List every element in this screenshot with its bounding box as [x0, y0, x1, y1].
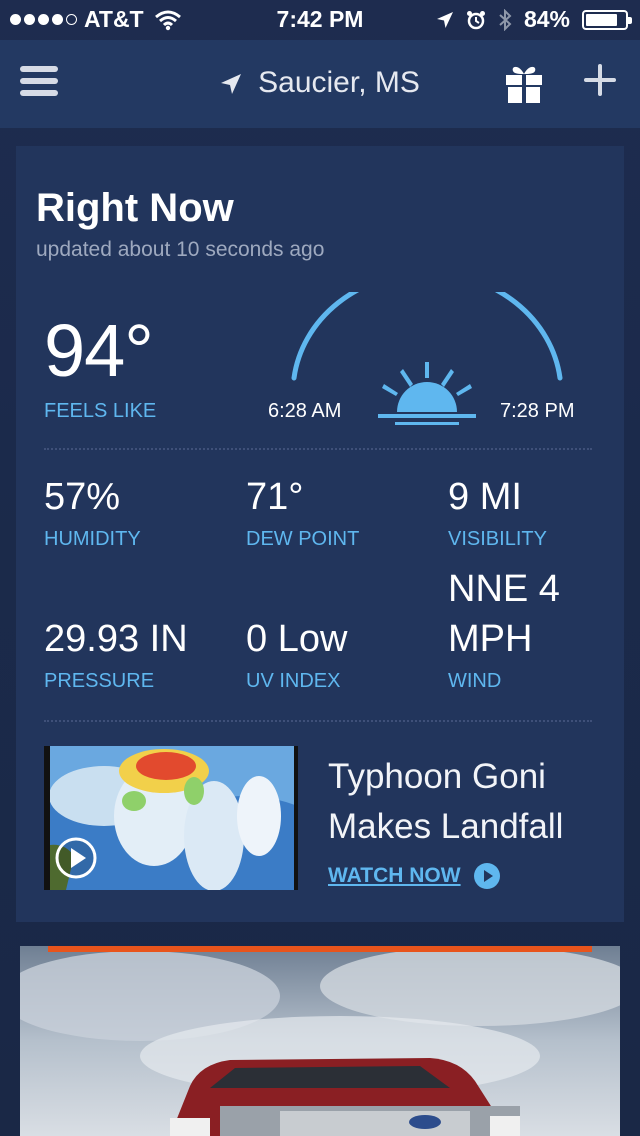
wind-value-line2: MPH [448, 618, 533, 660]
feels-like-label: FEELS LIKE [44, 400, 157, 422]
play-circle-icon [473, 863, 500, 889]
uv-index-value: 0 Low [246, 618, 348, 660]
battery-percent: 84% [523, 6, 570, 32]
last-updated-text: updated about 10 seconds ago [36, 238, 325, 261]
location-services-icon [436, 11, 453, 28]
battery-icon [582, 9, 632, 30]
pressure-value: 29.93 IN [44, 618, 188, 660]
wind-value-line1: NNE 4 [448, 568, 560, 610]
watch-now-button[interactable]: WATCH NOW [328, 862, 501, 890]
uv-index-label: UV INDEX [246, 670, 341, 692]
truck-ad-image [20, 946, 620, 1136]
sunset-time: 7:28 PM [500, 400, 575, 422]
add-icon[interactable] [582, 62, 618, 98]
visibility-value: 9 MI [448, 476, 522, 518]
wind-label: WIND [448, 670, 502, 692]
humidity-label: HUMIDITY [44, 528, 141, 550]
sunrise-time: 6:28 AM [268, 400, 342, 422]
humidity-value: 57% [44, 476, 121, 518]
divider [44, 720, 592, 722]
visibility-label: VISIBILITY [448, 528, 547, 550]
dew-point-value: 71° [246, 476, 304, 518]
video-title-line2: Makes Landfall [328, 807, 564, 846]
bluetooth-icon [499, 8, 512, 31]
location-selector[interactable]: Saucier, MS [0, 66, 640, 100]
video-title[interactable]: Typhoon Goni Makes Landfall [328, 752, 563, 852]
advertisement-banner[interactable] [20, 946, 620, 1136]
gift-icon[interactable] [505, 64, 543, 104]
status-right: 84% [436, 6, 632, 33]
play-icon[interactable] [54, 836, 98, 880]
status-bar: AT&T 7:42 PM 84% [0, 0, 640, 40]
video-thumbnail[interactable] [44, 746, 298, 890]
card-title: Right Now [36, 186, 234, 230]
pressure-label: PRESSURE [44, 670, 155, 692]
right-now-card: Right Now updated about 10 seconds ago 9… [16, 146, 624, 922]
location-name: Saucier, MS [258, 66, 420, 99]
watch-now-label: WATCH NOW [328, 864, 461, 887]
divider [44, 448, 592, 450]
location-arrow-icon [221, 74, 242, 95]
dew-point-label: DEW POINT [246, 528, 360, 550]
video-title-line1: Typhoon Goni [328, 757, 546, 796]
feels-like-temperature: 94° [44, 309, 154, 392]
alarm-icon [466, 10, 485, 29]
nav-bar: Saucier, MS [0, 40, 640, 128]
